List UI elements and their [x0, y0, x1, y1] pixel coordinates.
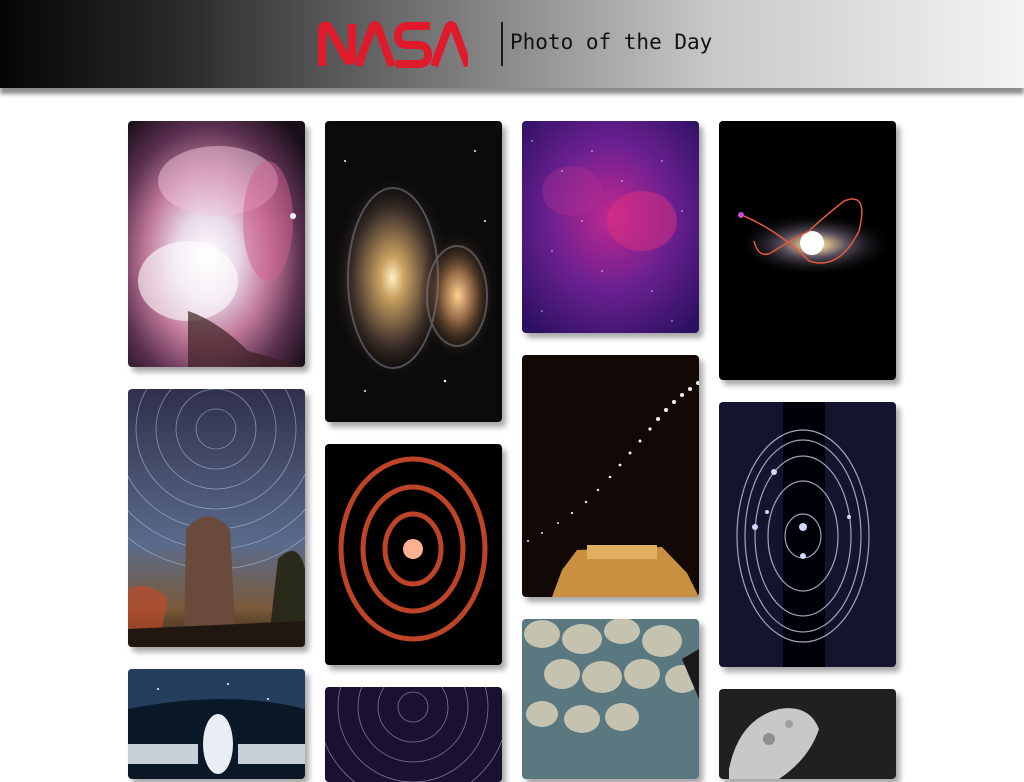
mammatus-clouds-image: [522, 619, 699, 779]
photo-tile-asteroid[interactable]: [719, 689, 896, 779]
site-header: Photo of the Day: [0, 0, 1024, 88]
nasa-logo[interactable]: [318, 20, 468, 68]
photo-tile-magenta-starfield[interactable]: [522, 121, 699, 333]
interacting-galaxies-image: [325, 121, 502, 422]
photo-tile-space-station[interactable]: [128, 669, 305, 779]
photo-tile-star-trails-tower[interactable]: [128, 389, 305, 647]
magenta-starfield-image: [522, 121, 699, 333]
photo-tile-moon-over-acropolis[interactable]: [522, 355, 699, 597]
page-title: Photo of the Day: [510, 30, 713, 54]
photo-tile-orion-nebula[interactable]: [128, 121, 305, 367]
star-trails-tower-image: [128, 389, 305, 647]
space-station-image: [128, 669, 305, 779]
moon-over-acropolis-image: [522, 355, 699, 597]
photo-tile-red-spiral-nebula[interactable]: [325, 444, 502, 665]
orion-nebula-image: [128, 121, 305, 367]
photo-tile-interacting-galaxies[interactable]: [325, 121, 502, 422]
photo-tile-milky-way-orbit[interactable]: [719, 121, 896, 380]
milky-way-orbit-image: [719, 121, 896, 380]
asteroid-image: [719, 689, 896, 779]
header-divider: [501, 22, 503, 66]
photo-tile-pluto-moons-diagram[interactable]: [719, 402, 896, 667]
pluto-moons-diagram-image: [719, 402, 896, 667]
photo-tile-mammatus-clouds[interactable]: [522, 619, 699, 779]
red-spiral-nebula-image: [325, 444, 502, 665]
